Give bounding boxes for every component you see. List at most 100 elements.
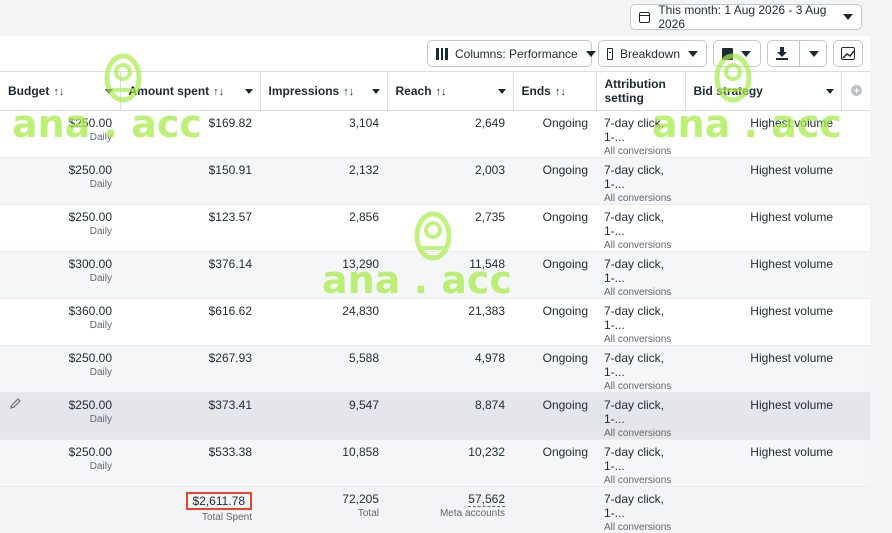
col-impressions[interactable]: Impressions ↑↓ xyxy=(260,72,388,111)
col-bid-strategy[interactable]: Bid strategy xyxy=(685,72,842,111)
budget-type: Daily xyxy=(89,319,112,331)
impressions-cell: 5,588 xyxy=(260,345,387,393)
attribution-value: 7-day click, 1-... xyxy=(604,162,665,191)
attribution-sub: All conversions xyxy=(604,145,672,157)
download-icon xyxy=(776,47,788,60)
budget-cell[interactable]: $250.00 Daily xyxy=(0,345,120,393)
bid-strategy-cell: Highest volume xyxy=(685,345,841,393)
ends-value: Ongoing xyxy=(542,256,588,271)
table-row[interactable]: $250.00 Daily $533.38 10,858 10,232 Ongoing 7-… xyxy=(0,439,870,487)
ends-value: Ongoing xyxy=(542,303,588,318)
table-row[interactable]: $250.00 Daily $123.57 2,856 2,735 Ongoing 7-da… xyxy=(0,204,870,252)
table-row[interactable]: $250.00 Daily $150.91 2,132 2,003 Ongoing 7-da… xyxy=(0,157,870,205)
col-reach[interactable]: Reach ↑↓ xyxy=(387,72,514,111)
budget-cell[interactable]: $250.00 Daily xyxy=(0,110,120,158)
sort-icon[interactable]: ↑↓ xyxy=(343,86,354,98)
table-row[interactable]: $250.00 Daily $373.41 9,547 8,874 Ongoing 7-da… xyxy=(0,392,870,440)
total-reach-value: 57,562 xyxy=(468,491,505,507)
col-attribution-setting[interactable]: Attribution setting xyxy=(596,72,686,111)
impressions-cell: 2,856 xyxy=(260,204,387,252)
attribution-sub: All conversions xyxy=(604,286,672,298)
budget-type: Daily xyxy=(89,225,112,237)
budget-cell[interactable]: $250.00 Daily xyxy=(0,392,120,440)
chevron-down-icon xyxy=(843,14,853,20)
amount-spent-value: $376.14 xyxy=(208,256,252,271)
amount-spent-cell: $150.91 xyxy=(120,157,260,205)
chevron-down-icon xyxy=(741,50,751,57)
date-range-label: This month: 1 Aug 2026 - 3 Aug 2026 xyxy=(658,3,827,31)
budget-cell[interactable]: $360.00 Daily xyxy=(0,298,120,346)
total-attribution-value: 7-day click, 1-... xyxy=(604,491,665,520)
reports-button[interactable] xyxy=(713,40,761,67)
columns-button[interactable]: Columns: Performance xyxy=(427,40,596,67)
chart-button[interactable] xyxy=(833,40,863,67)
bid-strategy-value: Highest volume xyxy=(750,256,833,271)
ends-cell: Ongoing xyxy=(513,251,596,299)
chevron-down-icon[interactable] xyxy=(371,89,380,94)
table-row[interactable]: $360.00 Daily $616.62 24,830 21,383 Ongoing 7-… xyxy=(0,298,870,346)
col-budget[interactable]: Budget ↑↓ xyxy=(0,72,121,111)
impressions-value: 5,588 xyxy=(348,350,379,365)
breakdown-label: Breakdown xyxy=(619,46,680,61)
amount-spent-value: $169.82 xyxy=(208,115,252,130)
breakdown-button[interactable]: Breakdown xyxy=(598,40,707,67)
sort-icon[interactable]: ↑↓ xyxy=(213,86,224,98)
page-scrollbar[interactable] xyxy=(870,36,892,437)
totals-row: $2,611.78 Total Spent 72,205 Total 57,562 M… xyxy=(0,486,870,533)
ends-cell: Ongoing xyxy=(513,110,596,158)
reach-value: 8,874 xyxy=(474,397,505,412)
chevron-down-icon[interactable] xyxy=(104,89,113,94)
bid-strategy-value: Highest volume xyxy=(750,162,833,177)
export-button[interactable] xyxy=(767,40,800,67)
reach-cell: 2,649 xyxy=(387,110,513,158)
ends-cell: Ongoing xyxy=(513,345,596,393)
reach-value: 4,978 xyxy=(474,350,505,365)
chart-icon xyxy=(841,47,855,60)
amount-spent-cell: $533.38 xyxy=(120,439,260,487)
sort-icon[interactable]: ↑↓ xyxy=(436,86,447,98)
report-icon xyxy=(722,47,733,60)
budget-type: Daily xyxy=(89,178,112,190)
amount-spent-value: $533.38 xyxy=(208,444,252,459)
table-toolbar: Columns: Performance Breakdown xyxy=(0,36,870,72)
ads-table-panel: Columns: Performance Breakdown Budget ↑↓… xyxy=(0,36,870,533)
reach-cell: 2,003 xyxy=(387,157,513,205)
amount-spent-cell: $169.82 xyxy=(120,110,260,158)
attribution-sub: All conversions xyxy=(604,333,672,345)
col-amount-spent[interactable]: Amount spent ↑↓ xyxy=(120,72,261,111)
amount-spent-cell: $123.57 xyxy=(120,204,260,252)
total-attribution-cell: 7-day click, 1-... All conversions xyxy=(596,486,685,533)
budget-cell[interactable]: $250.00 Daily xyxy=(0,157,120,205)
table-row[interactable]: $300.00 Daily $376.14 13,290 11,548 Ongoing 7-… xyxy=(0,251,870,299)
ends-cell: Ongoing xyxy=(513,298,596,346)
export-menu-button[interactable] xyxy=(799,40,827,67)
budget-value: $250.00 xyxy=(68,350,112,365)
reach-cell: 11,548 xyxy=(387,251,513,299)
attribution-cell: 7-day click, 1-... All conversions xyxy=(596,345,685,393)
chevron-down-icon[interactable] xyxy=(825,89,834,94)
chevron-down-icon[interactable] xyxy=(244,89,253,94)
impressions-cell: 10,858 xyxy=(260,439,387,487)
total-reach-cell: 57,562 Meta accounts xyxy=(387,486,513,533)
budget-cell[interactable]: $250.00 Daily xyxy=(0,204,120,252)
attribution-sub: All conversions xyxy=(604,192,672,204)
chevron-down-icon xyxy=(585,50,596,57)
bid-strategy-cell: Highest volume xyxy=(685,110,841,158)
budget-cell[interactable]: $250.00 Daily xyxy=(0,439,120,487)
table-row[interactable]: $250.00 Daily $267.93 5,588 4,978 Ongoing 7-da… xyxy=(0,345,870,393)
add-column-icon[interactable] xyxy=(851,85,862,96)
add-column-cell[interactable] xyxy=(841,72,870,111)
col-ends[interactable]: Ends ↑↓ xyxy=(513,72,597,111)
ends-value: Ongoing xyxy=(542,209,588,224)
edit-pencil-icon[interactable] xyxy=(10,397,21,409)
total-impressions-label: Total xyxy=(357,507,379,519)
chevron-down-icon xyxy=(809,50,819,57)
ends-cell: Ongoing xyxy=(513,392,596,440)
budget-cell[interactable]: $300.00 Daily xyxy=(0,251,120,299)
sort-icon[interactable]: ↑↓ xyxy=(555,86,566,98)
table-row[interactable]: $250.00 Daily $169.82 3,104 2,649 Ongoing 7-da… xyxy=(0,110,870,158)
date-range-picker[interactable]: This month: 1 Aug 2026 - 3 Aug 2026 xyxy=(630,3,862,31)
chevron-down-icon[interactable] xyxy=(497,89,506,94)
sort-icon[interactable]: ↑↓ xyxy=(53,86,64,98)
attribution-sub: All conversions xyxy=(604,380,672,392)
